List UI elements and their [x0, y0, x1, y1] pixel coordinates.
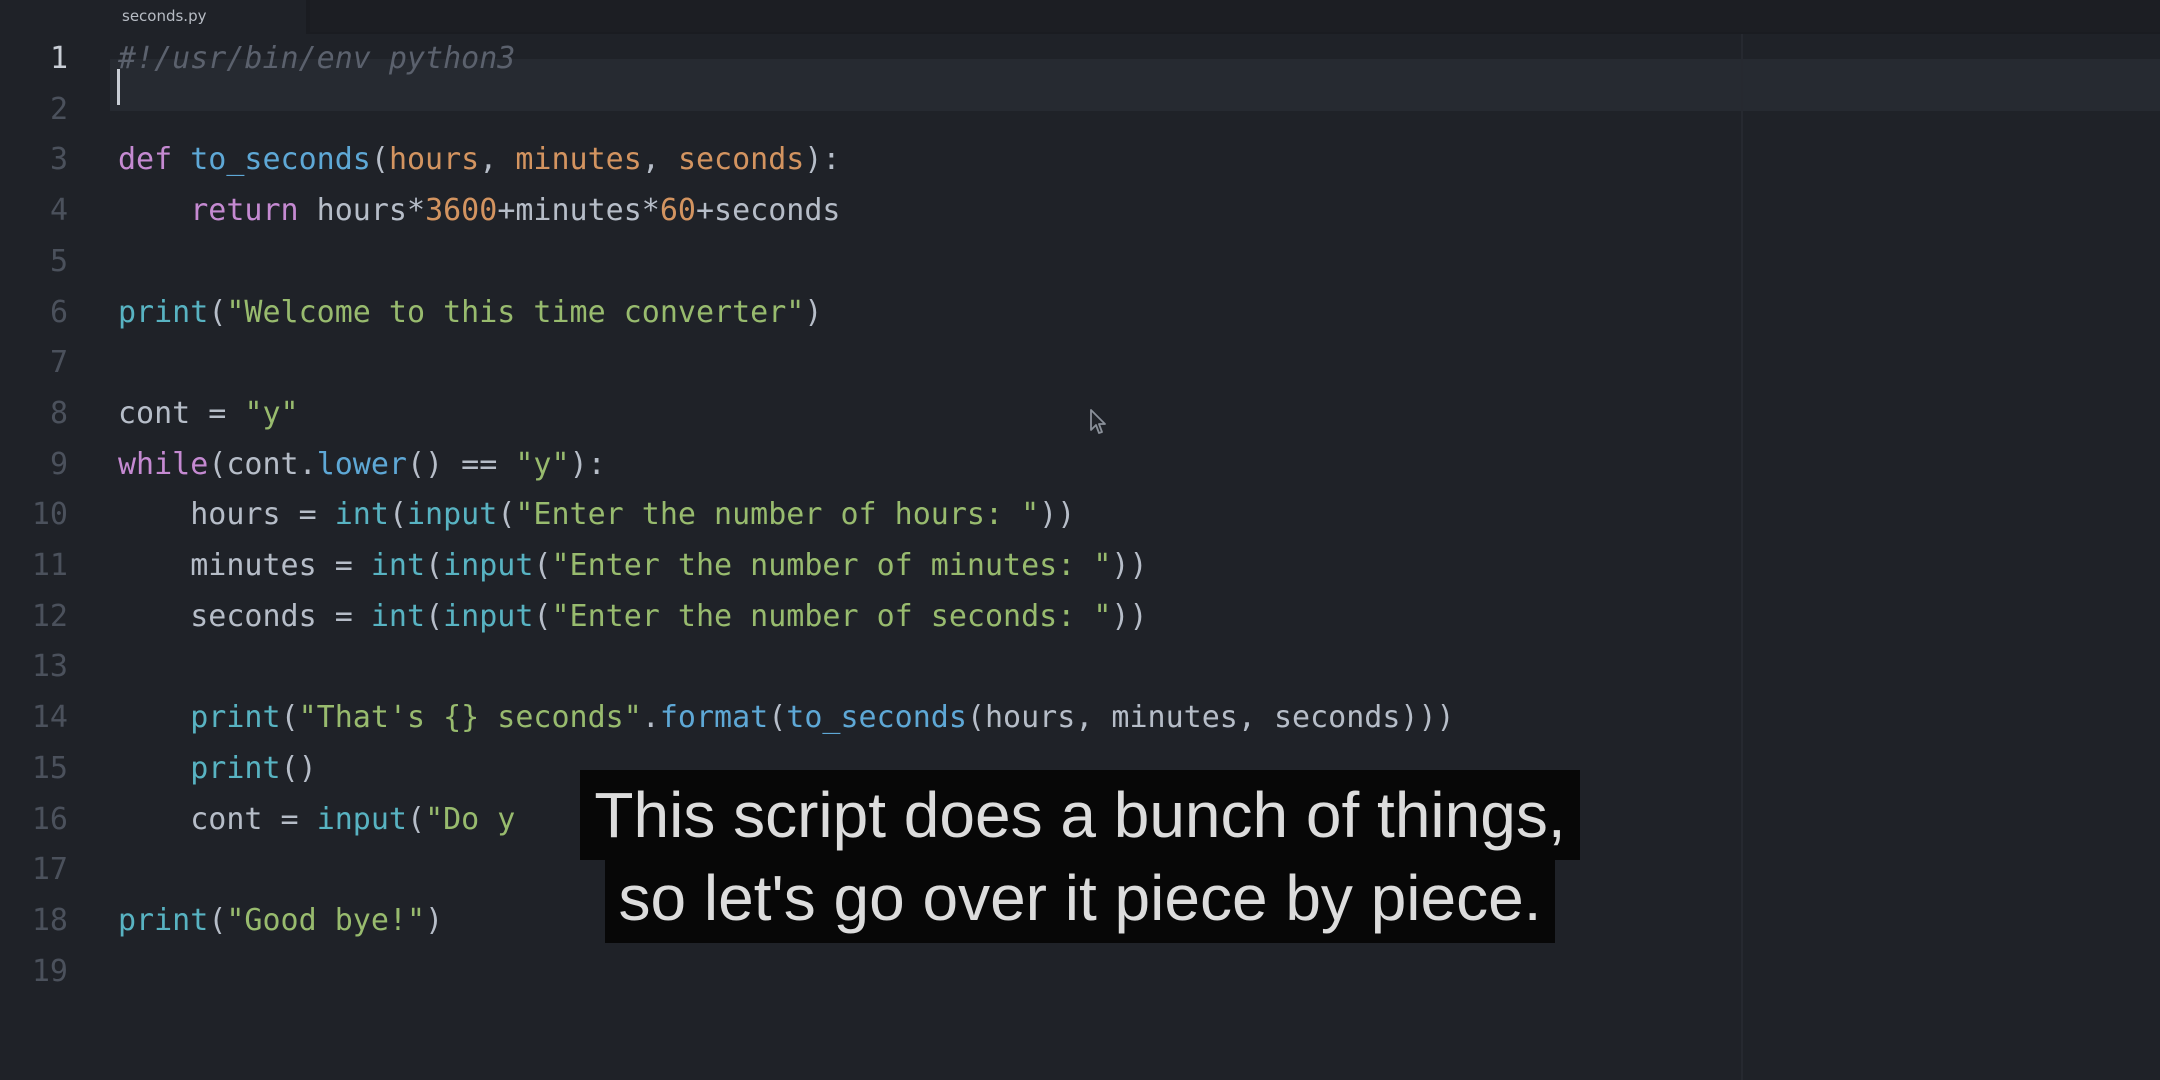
code-token: +minutes*: [497, 193, 660, 229]
mouse-pointer-icon: [1089, 408, 1107, 440]
code-token: )): [1111, 548, 1148, 583]
line-number: 3: [49, 142, 68, 178]
code-token: minutes =: [118, 548, 371, 583]
code-token: 60: [659, 193, 696, 229]
code-token: input: [443, 548, 534, 583]
code-token: .: [641, 700, 660, 736]
code-token: input: [407, 497, 498, 533]
code-token: +seconds: [696, 193, 841, 229]
code-token: "Enter the number of minutes: ": [551, 548, 1112, 583]
code-token: seconds: [677, 142, 805, 178]
code-token: ): [804, 294, 823, 330]
line-number: 19: [31, 953, 68, 989]
code-token: lower: [316, 446, 407, 482]
tab-bar: seconds.py: [0, 0, 2160, 34]
line-number: 5: [49, 243, 68, 279]
line-number: 2: [49, 91, 68, 127]
tab-bar-empty: [310, 0, 2160, 32]
code-token: input: [443, 598, 534, 634]
code-token: )): [1111, 598, 1148, 634]
code-token: "Enter the number of seconds: ": [551, 598, 1112, 634]
code-token: ):: [804, 142, 841, 178]
code-token: (: [370, 142, 389, 178]
code-token: () ==: [407, 446, 516, 482]
code-token: #!/usr/bin/env python3: [118, 41, 516, 76]
code-line: def to_seconds(hours, minutes, seconds):: [118, 135, 841, 185]
code-token: print: [190, 700, 281, 736]
code-token: cont =: [118, 395, 245, 431]
line-number: 7: [49, 345, 68, 381]
code-token: "y": [244, 395, 299, 431]
code-token: "Welcome to this time converter": [226, 294, 805, 330]
subtitle-text-2: so let's go over it piece by piece.: [604, 853, 1556, 943]
code-line: while(cont.lower() == "y"):: [118, 440, 606, 490]
line-number: 9: [49, 446, 68, 482]
code-token: return: [190, 193, 299, 229]
line-number: 14: [31, 700, 68, 736]
line-number: 1: [49, 41, 68, 76]
code-token: )): [1039, 497, 1076, 533]
line-number: 11: [31, 548, 68, 583]
code-token: minutes: [515, 142, 642, 178]
code-token: "y": [515, 446, 570, 482]
tab-label: seconds.py: [122, 7, 207, 25]
code-token: seconds =: [118, 598, 371, 634]
line-number: 6: [49, 294, 68, 330]
code-token: (: [768, 700, 787, 736]
code-token: (: [388, 497, 407, 533]
line-number: 8: [49, 395, 68, 431]
code-line: return hours*3600+minutes*60+seconds: [118, 186, 841, 236]
tab-seconds-py[interactable]: seconds.py: [0, 0, 306, 34]
text-cursor: [117, 69, 120, 105]
code-token: hours: [388, 142, 480, 178]
code-token: int: [370, 548, 426, 583]
code-line: #!/usr/bin/env python3: [118, 34, 515, 84]
code-token: ):: [569, 446, 606, 482]
code-token: int: [334, 497, 389, 533]
code-line: seconds = int(input("Enter the number of…: [118, 592, 1148, 642]
code-token: hours*: [298, 193, 426, 229]
code-token: "Enter the number of hours: ": [515, 497, 1040, 533]
code-token: (: [425, 598, 444, 634]
line-number: 4: [49, 193, 68, 229]
subtitle-text-1: This script does a bunch of things,: [580, 770, 1580, 860]
code-line: cont = "y": [118, 389, 299, 439]
line-number: 13: [31, 649, 68, 685]
code-line: print("That's {} seconds".format(to_seco…: [118, 693, 1455, 743]
code-token: (: [208, 294, 227, 330]
code-token: (hours, minutes, seconds))): [966, 700, 1455, 736]
code-token: "That's {} seconds": [298, 700, 642, 736]
code-token: (: [497, 497, 516, 533]
code-token: 3600: [425, 193, 498, 229]
line-number: 10: [31, 497, 68, 533]
code-token: ,: [479, 142, 516, 178]
code-line: minutes = int(input("Enter the number of…: [118, 541, 1148, 591]
code-token: to_seconds: [786, 700, 967, 736]
code-token: (: [533, 598, 552, 634]
code-token: (: [425, 548, 444, 583]
code-token: def: [118, 142, 191, 178]
code-token: (: [533, 548, 552, 583]
code-token: (cont.: [208, 446, 317, 482]
code-token: while: [118, 446, 209, 482]
code-token: (: [280, 700, 299, 736]
code-token: hours =: [118, 497, 335, 533]
code-token: format: [659, 700, 769, 736]
code-token: int: [370, 598, 426, 634]
subtitle-line-2: so let's go over it piece by piece.: [0, 853, 2160, 943]
code-line: hours = int(input("Enter the number of h…: [118, 490, 1075, 540]
line-number: 12: [31, 598, 68, 634]
code-token: print: [118, 294, 209, 330]
code-token: to_seconds: [190, 142, 371, 178]
code-line: print("Welcome to this time converter"): [118, 288, 822, 338]
code-token: ,: [641, 142, 678, 178]
subtitle-line-1: This script does a bunch of things,: [0, 770, 2160, 860]
